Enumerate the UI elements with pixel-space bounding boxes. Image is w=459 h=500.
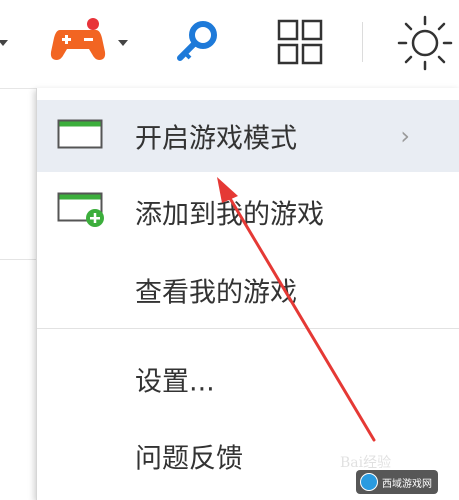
grid-icon <box>277 19 323 65</box>
game-mode-button[interactable] <box>48 12 110 68</box>
toolbar-divider <box>362 22 363 62</box>
menu-item-label: 查看我的游戏 <box>135 277 297 309</box>
menu-item-label: 添加到我的游戏 <box>135 199 324 231</box>
chevron-down-icon[interactable] <box>0 40 8 46</box>
brightness-button[interactable] <box>396 14 454 72</box>
menu-item-label: 设置... <box>135 366 215 398</box>
brightness-icon <box>397 15 453 71</box>
menu-item-label: 开启游戏模式 <box>135 123 297 155</box>
chevron-down-icon[interactable] <box>118 40 128 46</box>
menu-item-label: 问题反馈 <box>135 443 243 475</box>
game-controller-icon <box>50 18 106 60</box>
apps-grid-button[interactable] <box>276 18 324 66</box>
chevron-right-icon: › <box>400 122 410 150</box>
site-logo-icon <box>360 473 378 491</box>
watermark-badge-text: 西域游戏网 <box>382 478 432 490</box>
menu-item-view-my-games[interactable]: 查看我的游戏 <box>37 254 459 326</box>
window-add-icon <box>57 192 107 232</box>
page-left-strip <box>0 89 38 500</box>
watermark-baidu-jingyan: Bai经验 <box>340 455 392 471</box>
browser-toolbar <box>0 0 459 89</box>
key-button[interactable] <box>172 16 222 66</box>
divider <box>0 259 38 260</box>
window-icon <box>57 119 103 153</box>
menu-item-add-to-my-games[interactable]: 添加到我的游戏 <box>37 176 459 248</box>
watermark-badge: 西域游戏网 <box>356 470 438 494</box>
key-icon <box>177 21 217 61</box>
game-dropdown-menu: 开启游戏模式 › 添加到我的游戏 查看我的游戏 设置... 问题反馈 <box>36 88 459 500</box>
menu-item-enable-game-mode[interactable]: 开启游戏模式 › <box>37 100 459 172</box>
menu-divider <box>37 328 459 329</box>
menu-item-settings[interactable]: 设置... <box>37 343 459 415</box>
